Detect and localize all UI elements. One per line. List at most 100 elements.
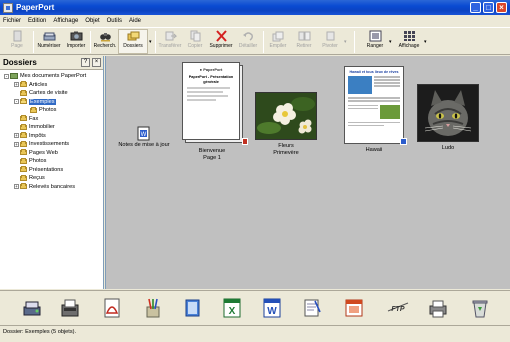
notepad-app-icon[interactable] xyxy=(302,297,322,319)
close-pane-icon[interactable]: × xyxy=(92,58,101,67)
flowers-photo xyxy=(255,92,317,140)
camera-icon xyxy=(70,31,82,41)
tree-item-cartes-de-visite[interactable]: Cartes de visite xyxy=(0,89,103,98)
folder-icon xyxy=(20,132,27,139)
paint-app-icon[interactable] xyxy=(143,297,163,319)
tree-item-investissements[interactable]: + Investissements xyxy=(0,140,103,149)
print-app-icon[interactable] xyxy=(428,297,448,319)
document-bienvenue[interactable]: ● PaperPort PaperPort - Présentation gén… xyxy=(180,62,248,162)
recycle-bin-icon[interactable] xyxy=(470,297,490,319)
view-grid-icon xyxy=(403,31,415,41)
help-icon[interactable]: ? xyxy=(81,58,90,67)
document-hawaii[interactable]: Hawaii et tous lieux de rêves Hawaii xyxy=(342,66,407,154)
fax-app-icon[interactable] xyxy=(60,297,80,319)
ftp-app-icon[interactable]: FTP xyxy=(386,297,410,319)
hawaii-thumbnail: Hawaii et tous lieux de rêves xyxy=(344,66,404,144)
affichage-dropdown-arrow[interactable]: ▾ xyxy=(424,39,427,45)
folders-pane: Dossiers ? × - Mes documents PaperPort +… xyxy=(0,56,104,289)
desktop-workspace[interactable]: W Notes de mise à jour ● PaperPort Paper… xyxy=(105,56,510,289)
menu-edition[interactable]: Edition xyxy=(28,18,46,24)
folder-icon xyxy=(20,149,27,156)
expand-icon[interactable]: + xyxy=(14,82,19,88)
detailler-button[interactable]: Détailler xyxy=(233,30,263,49)
menu-aide[interactable]: Aide xyxy=(129,18,141,24)
tree-root[interactable]: - Mes documents PaperPort xyxy=(0,72,103,81)
document-notes[interactable]: W Notes de mise à jour xyxy=(114,126,174,149)
dossiers-button[interactable]: Dossiers xyxy=(118,29,148,54)
tree-item-impots[interactable]: + Impôts xyxy=(0,132,103,141)
dossiers-dropdown-arrow[interactable]: ▾ xyxy=(149,39,152,45)
numeriser-button[interactable]: Numériser xyxy=(34,30,64,49)
paperport-app-icon[interactable] xyxy=(3,2,13,13)
svg-text:X: X xyxy=(229,306,236,317)
supprimer-button[interactable]: Supprimer xyxy=(206,30,236,49)
collapse-icon[interactable]: - xyxy=(4,73,9,79)
ranger-button[interactable]: Ranger xyxy=(360,30,390,49)
pivoter-button[interactable]: Pivoter xyxy=(315,30,345,49)
scanner-app-icon[interactable] xyxy=(22,297,42,319)
importer-button[interactable]: Importer xyxy=(61,30,91,49)
document-fleurs[interactable]: Fleurs Primevère xyxy=(254,92,318,157)
collapse-icon[interactable]: - xyxy=(14,99,19,105)
folder-icon xyxy=(20,174,27,181)
menu-fichier[interactable]: Fichier xyxy=(3,18,21,24)
folder-icon xyxy=(20,157,27,164)
unstack-icon xyxy=(298,31,310,41)
document-ludo[interactable]: Ludo xyxy=(416,84,480,152)
folders-icon xyxy=(127,31,139,41)
folder-icon xyxy=(20,166,27,173)
undo-icon xyxy=(242,32,253,41)
folder-icon xyxy=(20,89,27,96)
pivoter-dropdown-arrow[interactable]: ▾ xyxy=(344,39,347,45)
word-app-icon[interactable]: W xyxy=(262,297,282,319)
excel-app-icon[interactable]: X xyxy=(222,297,242,319)
word-document-icon: W xyxy=(137,126,150,141)
word-badge-icon xyxy=(400,138,407,145)
expand-icon[interactable]: + xyxy=(14,184,19,190)
stack-icon xyxy=(272,31,283,42)
svg-text:FTP: FTP xyxy=(391,306,405,313)
affichage-button[interactable]: Affichage xyxy=(393,30,425,49)
tree-item-photos[interactable]: Photos xyxy=(0,157,103,166)
tree-item-recus[interactable]: Reçus xyxy=(0,174,103,183)
tree-item-presentations[interactable]: Présentations xyxy=(0,166,103,175)
page-icon xyxy=(13,30,21,42)
tree-item-exemples[interactable]: - Exemples xyxy=(0,98,103,107)
folder-icon xyxy=(20,81,27,88)
toolbar: Page Numériser Importer Recherch. Dossie… xyxy=(0,27,510,55)
title-bar: PaperPort _ □ × xyxy=(0,0,510,15)
maximize-button[interactable]: □ xyxy=(483,2,494,13)
transfer-icon xyxy=(165,31,177,41)
tree-item-articles[interactable]: + Articles xyxy=(0,81,103,90)
tree-item-fax[interactable]: Fax xyxy=(0,115,103,124)
copy-icon xyxy=(190,30,200,42)
rechercher-button[interactable]: Recherch. xyxy=(90,30,120,49)
tree-item-exemples-photos[interactable]: Photos xyxy=(0,106,103,115)
menu-affichage[interactable]: Affichage xyxy=(53,18,78,24)
minimize-button[interactable]: _ xyxy=(470,2,481,13)
tree-item-immobilier[interactable]: Immobilier xyxy=(0,123,103,132)
expand-icon[interactable]: + xyxy=(14,133,19,139)
menu-objet[interactable]: Objet xyxy=(85,18,99,24)
folder-icon xyxy=(20,115,27,122)
pdf-app-icon[interactable] xyxy=(102,297,122,319)
page-button[interactable]: Page xyxy=(2,30,32,49)
menu-outils[interactable]: Outils xyxy=(107,18,122,24)
tree-item-releves-bancaires[interactable]: + Relevés bancaires xyxy=(0,183,103,192)
close-button[interactable]: × xyxy=(496,2,507,13)
tree-item-pages-web[interactable]: Pages Web xyxy=(0,149,103,158)
folder-tree: - Mes documents PaperPort + Articles Car… xyxy=(0,70,103,191)
folder-icon xyxy=(20,123,27,130)
rotate-icon xyxy=(326,31,334,41)
cat-photo xyxy=(417,84,479,142)
expand-icon[interactable]: + xyxy=(14,141,19,147)
pdf-badge-icon xyxy=(242,138,248,145)
folder-icon xyxy=(30,106,37,113)
folder-icon xyxy=(20,183,27,190)
folder-icon xyxy=(20,140,27,147)
svg-text:W: W xyxy=(267,306,277,317)
ranger-dropdown-arrow[interactable]: ▾ xyxy=(389,39,392,45)
notes-app-icon[interactable] xyxy=(183,297,203,319)
delete-x-icon xyxy=(215,30,227,42)
powerpoint-app-icon[interactable] xyxy=(344,297,364,319)
